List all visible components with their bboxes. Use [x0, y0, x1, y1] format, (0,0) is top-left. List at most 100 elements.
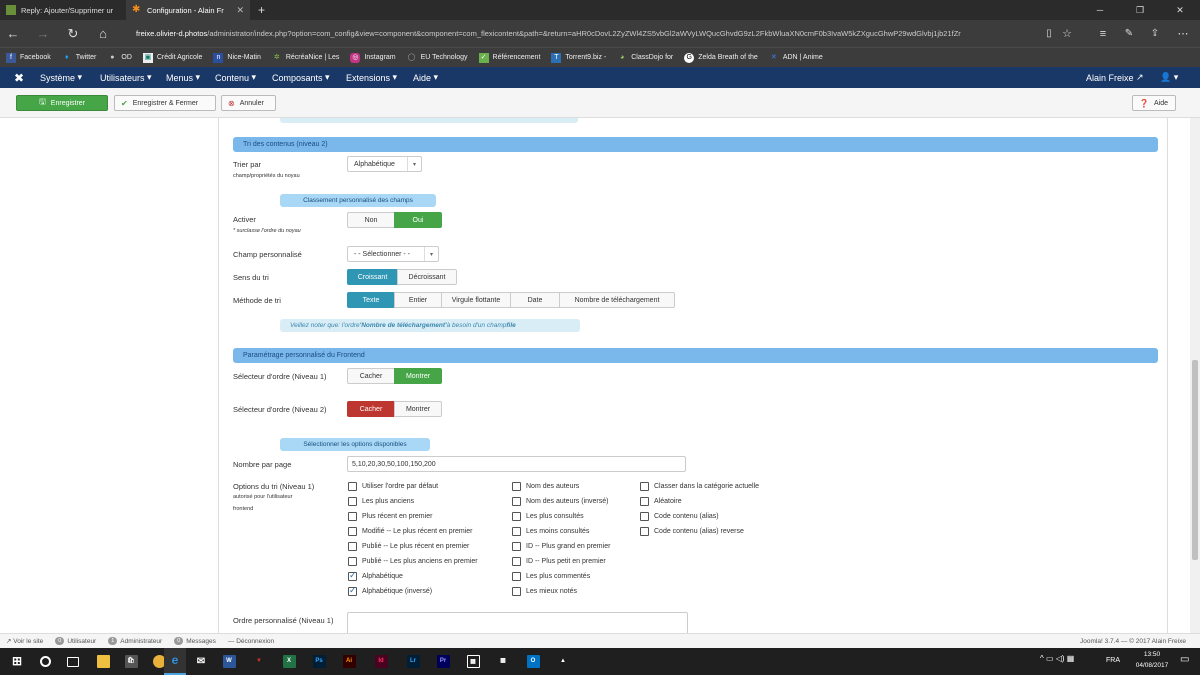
notifications-icon[interactable]: ▭: [1180, 654, 1189, 665]
bookmark-eu-technology[interactable]: ◯ EU Technology: [407, 53, 468, 63]
methode-texte[interactable]: Texte: [347, 292, 395, 308]
hub-icon[interactable]: ≡: [1090, 20, 1116, 47]
sort-option[interactable]: ID -- Plus petit en premier: [512, 556, 610, 567]
checkbox[interactable]: [348, 585, 357, 596]
bookmark-facebook[interactable]: f Facebook: [6, 52, 51, 63]
photos-icon[interactable]: ▲: [552, 648, 574, 675]
ordre-perso-textarea[interactable]: [347, 612, 688, 633]
checkbox[interactable]: [512, 587, 521, 596]
mail-icon[interactable]: ✉: [190, 648, 212, 675]
sort-option[interactable]: Utiliser l'ordre par défaut: [348, 481, 478, 492]
vivaldi-icon[interactable]: ▼: [248, 648, 270, 675]
checkbox[interactable]: [512, 572, 521, 581]
task-view-icon[interactable]: [62, 648, 84, 675]
indesign-icon[interactable]: Id: [370, 648, 392, 675]
bookmark-referencement[interactable]: ✓ Référencement: [478, 52, 540, 63]
sort-option[interactable]: Nom des auteurs: [512, 481, 610, 492]
menu-extensions[interactable]: Extensions ▾: [346, 67, 397, 88]
sort-option[interactable]: Alphabétique (inversé): [348, 585, 478, 597]
selecteur1-montrer[interactable]: Montrer: [394, 368, 442, 384]
save-button[interactable]: 🖫 Enregistrer: [16, 95, 108, 111]
more-icon[interactable]: ⋯: [1170, 20, 1196, 47]
sort-option[interactable]: Modifié -- Le plus récent en premier: [348, 526, 478, 537]
start-icon[interactable]: ⊞: [6, 648, 28, 675]
menu-utilisateurs[interactable]: Utilisateurs ▾: [100, 67, 152, 88]
bookmark-twitter[interactable]: ♦ Twitter: [62, 53, 96, 63]
premiere-icon[interactable]: Pr: [432, 648, 454, 675]
explorer-icon[interactable]: [92, 648, 114, 675]
sort-option[interactable]: Publié -- Le plus récent en premier: [348, 541, 478, 552]
bookmark-torrent9[interactable]: T Torrent9.biz -: [551, 52, 606, 63]
bookmark-od[interactable]: ● OD: [107, 53, 132, 63]
tray-icons[interactable]: ^ ▭ ◁) ▦: [1040, 654, 1074, 663]
menu-aide[interactable]: Aide ▾: [413, 67, 438, 88]
sort-option[interactable]: Alphabétique: [348, 570, 478, 582]
sort-option[interactable]: Nom des auteurs (inversé): [512, 496, 610, 507]
checkbox[interactable]: [640, 482, 649, 491]
checkbox[interactable]: [640, 512, 649, 521]
methode-entier[interactable]: Entier: [394, 292, 442, 308]
media-icon[interactable]: ▦: [462, 648, 484, 675]
selecteur2-cacher[interactable]: Cacher: [347, 401, 395, 417]
favorite-star-icon[interactable]: ☆: [1054, 20, 1080, 47]
close-window-icon[interactable]: ✕: [1160, 0, 1200, 20]
tab-reply[interactable]: Reply: Ajouter/Supprimer ur: [0, 0, 124, 20]
home-icon[interactable]: ⌂: [90, 20, 116, 47]
methode-virgule[interactable]: Virgule flottante: [441, 292, 511, 308]
help-button[interactable]: ❓ Aide: [1132, 95, 1176, 111]
sort-option[interactable]: Classer dans la catégorie actuelle: [640, 481, 759, 492]
bookmark-nice-matin[interactable]: n Nice-Matin: [213, 52, 261, 63]
maximize-icon[interactable]: ❐: [1120, 0, 1160, 20]
clock-time[interactable]: 13:50: [1128, 651, 1176, 658]
activer-non[interactable]: Non: [347, 212, 395, 228]
checkbox[interactable]: [348, 527, 357, 536]
bookmark-zelda[interactable]: G Zelda Breath of the: [684, 52, 758, 63]
footer-users[interactable]: 0 Utilisateur: [55, 637, 96, 645]
checkbox[interactable]: [348, 497, 357, 506]
methode-date[interactable]: Date: [510, 292, 560, 308]
language-indicator[interactable]: FRA: [1106, 657, 1120, 664]
footer-messages[interactable]: 0 Messages: [174, 637, 216, 645]
cortana-icon[interactable]: [34, 648, 56, 675]
save-close-button[interactable]: ✔ Enregistrer & Fermer: [114, 95, 216, 111]
cancel-button[interactable]: ⊗ Annuler: [221, 95, 276, 111]
bookmark-recreanice[interactable]: ✲ RécréaNice | Les: [272, 53, 340, 63]
checkbox[interactable]: [512, 497, 521, 506]
checkbox[interactable]: [512, 557, 521, 566]
checkbox[interactable]: [348, 570, 357, 581]
nb-par-page-input[interactable]: 5,10,20,30,50,100,150,200: [347, 456, 686, 472]
user-site-link[interactable]: Alain Freixe ↗: [1086, 67, 1144, 88]
lightroom-icon[interactable]: Lr: [402, 648, 424, 675]
selecteur2-montrer[interactable]: Montrer: [394, 401, 442, 417]
activer-oui[interactable]: Oui: [394, 212, 442, 228]
illustrator-icon[interactable]: Ai: [338, 648, 360, 675]
photoshop-icon[interactable]: Ps: [308, 648, 330, 675]
sort-option[interactable]: Publié -- Les plus anciens en premier: [348, 556, 478, 567]
menu-menus[interactable]: Menus ▾: [166, 67, 200, 88]
bookmark-adn[interactable]: ✕ ADN | Anime: [769, 53, 823, 63]
sort-option[interactable]: Code contenu (alias) reverse: [640, 526, 759, 537]
store-icon[interactable]: 🛍: [120, 648, 142, 675]
new-tab-button[interactable]: +: [252, 0, 272, 20]
checkbox[interactable]: [512, 512, 521, 521]
user-menu[interactable]: 👤 ▾: [1160, 67, 1178, 88]
scrollbar-thumb[interactable]: [1192, 360, 1198, 560]
bookmark-instagram[interactable]: ◎ Instagram: [350, 52, 396, 63]
sort-option[interactable]: Les plus anciens: [348, 496, 478, 507]
sens-croissant[interactable]: Croissant: [347, 269, 398, 285]
clock-date[interactable]: 04/08/2017: [1128, 662, 1176, 669]
sort-option[interactable]: Les mieux notés: [512, 586, 610, 597]
sort-option[interactable]: ID -- Plus grand en premier: [512, 541, 610, 552]
back-icon[interactable]: ←: [0, 20, 26, 47]
outlook-icon[interactable]: O: [522, 648, 544, 675]
sort-option[interactable]: Les plus consultés: [512, 511, 610, 522]
checkbox[interactable]: [348, 512, 357, 521]
checkbox[interactable]: [640, 527, 649, 536]
checkbox[interactable]: [512, 542, 521, 551]
voir-site-link[interactable]: ↗ Voir le site: [6, 637, 43, 646]
checkbox[interactable]: [348, 557, 357, 566]
bookmark-classdojo[interactable]: ◕ ClassDojo for: [617, 53, 673, 63]
edge-icon[interactable]: e: [164, 648, 186, 675]
trier-par-select[interactable]: Alphabétique ▾: [347, 156, 422, 172]
menu-composants[interactable]: Composants ▾: [272, 67, 330, 88]
